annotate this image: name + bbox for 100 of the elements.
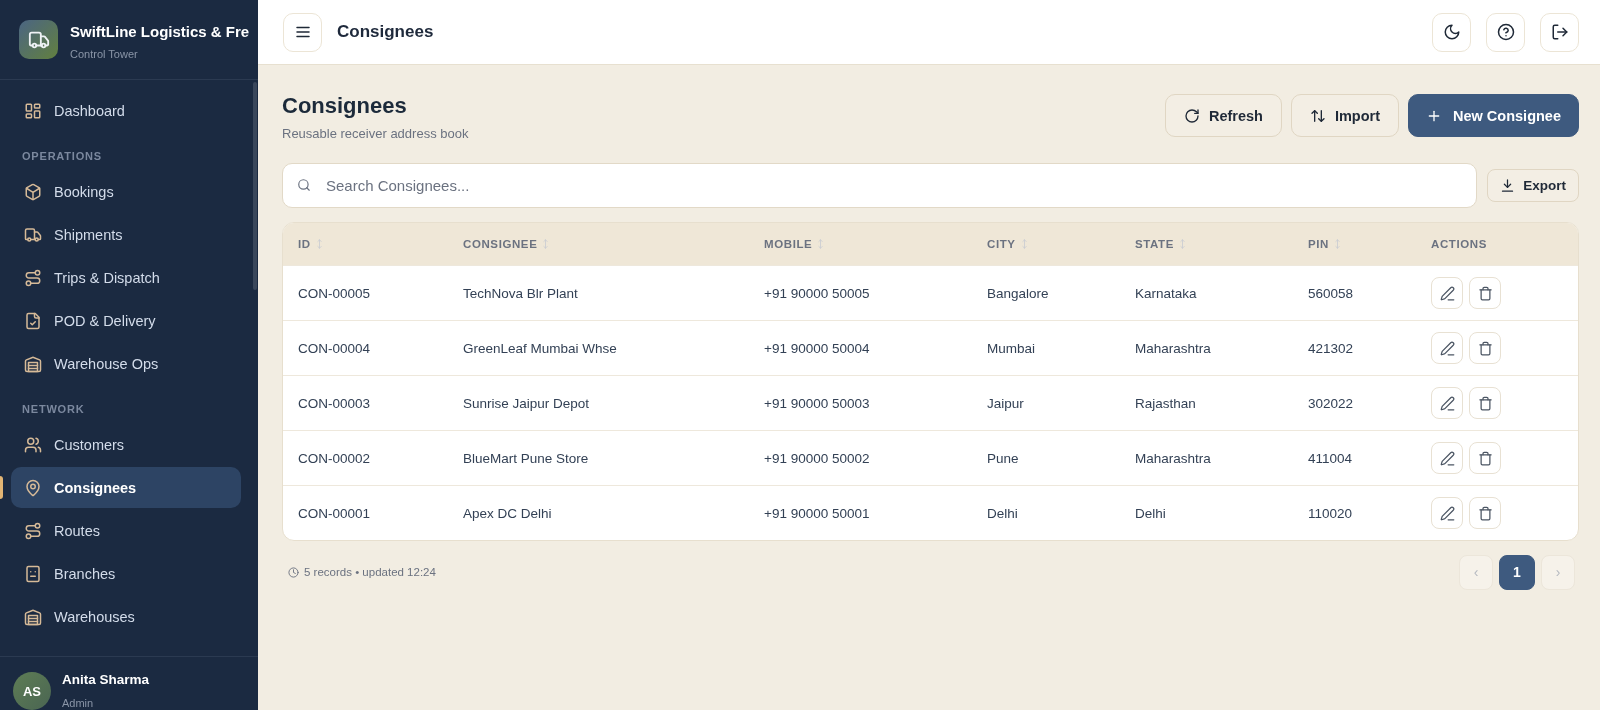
- column-header[interactable]: CITY: [972, 238, 1120, 250]
- table-cell-text: 560058: [1307, 285, 1355, 301]
- table-cell-text: Rajasthan: [1134, 395, 1197, 411]
- trash-icon: [1477, 450, 1493, 466]
- truck-logo-icon: [19, 20, 58, 59]
- delete-button[interactable]: [1469, 332, 1501, 364]
- section-heading: OPERATIONS: [21, 149, 103, 164]
- table-cell-text: Delhi: [986, 505, 1019, 521]
- table-cell-text: Delhi: [1134, 505, 1167, 521]
- edit-button[interactable]: [1431, 497, 1463, 529]
- refresh-icon: [1183, 107, 1200, 124]
- table-cell-text: BlueMart Pune Store: [462, 450, 590, 466]
- table-cell-text: +91 90000 50002: [763, 450, 871, 466]
- page-button[interactable]: 1: [1499, 554, 1535, 590]
- brand-subtitle: Control Tower: [70, 47, 139, 61]
- table-cell-text: 302022: [1307, 395, 1355, 411]
- brand-title: SwiftLine Logistics & Fre: [70, 23, 250, 41]
- table-cell-text: +91 90000 50005: [763, 285, 871, 301]
- building-icon: [24, 564, 42, 583]
- column-header[interactable]: ID: [283, 238, 448, 250]
- pencil-icon: [1439, 505, 1455, 521]
- table-cell-text: CON-00002: [297, 450, 372, 466]
- new-consignee-button[interactable]: New Consignee: [1408, 94, 1579, 137]
- sidebar-item[interactable]: Shipments: [11, 214, 241, 255]
- edit-button[interactable]: [1431, 332, 1463, 364]
- table-cell-text: Bangalore: [986, 285, 1050, 301]
- search-field[interactable]: Search Consignees...: [282, 163, 1478, 208]
- column-header[interactable]: STATE: [1120, 238, 1293, 250]
- trash-icon: [1477, 505, 1493, 521]
- table-cell-text: CON-00005: [297, 285, 372, 301]
- edit-button[interactable]: [1431, 387, 1463, 419]
- export-button[interactable]: Export: [1487, 169, 1579, 202]
- table-cell-text: TechNova Blr Plant: [462, 285, 579, 301]
- warehouse-icon: [24, 354, 42, 373]
- table-cell-text: 411004: [1307, 450, 1354, 466]
- section-heading: NETWORK: [21, 402, 86, 417]
- pencil-icon: [1439, 340, 1455, 356]
- pencil-icon: [1439, 395, 1455, 411]
- sidebar-item[interactable]: Customers: [11, 424, 241, 465]
- sidebar-item[interactable]: Routes: [11, 510, 241, 551]
- table-cell-text: CON-00003: [297, 395, 372, 411]
- warehouse-icon: [24, 607, 42, 626]
- sidebar-item[interactable]: Dashboard: [11, 90, 241, 131]
- trash-icon: [1477, 285, 1493, 301]
- scrollbar[interactable]: [253, 82, 257, 290]
- table-cell-text: 421302: [1307, 340, 1355, 356]
- map-pin-icon: [24, 478, 42, 497]
- sidebar-item[interactable]: Trips & Dispatch: [11, 257, 241, 298]
- page-title: Consignees: [282, 93, 408, 119]
- sidebar-item[interactable]: Consignees: [11, 467, 241, 508]
- delete-button[interactable]: [1469, 497, 1501, 529]
- user-role: Admin: [62, 696, 95, 710]
- dashboard-icon: [24, 101, 42, 120]
- help-button[interactable]: [1486, 12, 1525, 52]
- column-header[interactable]: MOBILE: [749, 238, 972, 250]
- header-title: Consignees: [337, 22, 435, 42]
- table-cell-text: +91 90000 50004: [763, 340, 871, 356]
- user-name: Anita Sharma: [62, 672, 150, 688]
- table-cell-text: Mumbai: [986, 340, 1036, 356]
- table-cell-text: +91 90000 50001: [763, 505, 871, 521]
- sidebar-item[interactable]: Warehouses: [11, 596, 241, 637]
- table-cell-text: Maharashtra: [1134, 340, 1212, 356]
- search-icon: [297, 178, 311, 192]
- record-summary: 5 records • updated 12:24: [304, 566, 436, 578]
- menu-button[interactable]: [283, 12, 322, 52]
- table-cell-text: Jaipur: [986, 395, 1025, 411]
- sidebar-item[interactable]: Warehouse Ops: [11, 343, 241, 384]
- sidebar-item[interactable]: Bookings: [11, 171, 241, 212]
- download-icon: [1500, 178, 1516, 193]
- table-cell-text: Sunrise Jaipur Depot: [462, 395, 591, 411]
- trash-icon: [1477, 395, 1493, 411]
- users-icon: [24, 435, 42, 454]
- column-header[interactable]: PIN: [1293, 238, 1416, 250]
- delete-button[interactable]: [1469, 442, 1501, 474]
- table-cell-text: 110020: [1307, 505, 1354, 521]
- edit-button[interactable]: [1431, 277, 1463, 309]
- column-header: ACTIONS: [1430, 238, 1488, 250]
- active-indicator: [0, 476, 3, 499]
- route-icon: [24, 268, 42, 287]
- logout-button[interactable]: [1540, 12, 1579, 52]
- sidebar-item[interactable]: Branches: [11, 553, 241, 594]
- sidebar-item[interactable]: POD & Delivery: [11, 300, 241, 341]
- table-cell-text: CON-00001: [297, 505, 372, 521]
- import-button[interactable]: Import: [1290, 94, 1400, 137]
- delete-button[interactable]: [1469, 277, 1501, 309]
- table-cell-text: GreenLeaf Mumbai Whse: [462, 340, 618, 356]
- table-cell-text: Pune: [986, 450, 1020, 466]
- logout-icon: [1550, 23, 1569, 41]
- edit-button[interactable]: [1431, 442, 1463, 474]
- route-icon: [24, 521, 42, 540]
- pencil-icon: [1439, 285, 1455, 301]
- theme-button[interactable]: [1432, 12, 1471, 52]
- trash-icon: [1477, 340, 1493, 356]
- table-cell-text: Apex DC Delhi: [462, 505, 553, 521]
- box-icon: [24, 182, 42, 201]
- delete-button[interactable]: [1469, 387, 1501, 419]
- table-cell-text: CON-00004: [297, 340, 372, 356]
- refresh-button[interactable]: Refresh: [1164, 94, 1282, 137]
- user-avatar: AS: [13, 672, 51, 710]
- column-header[interactable]: CONSIGNEE: [448, 238, 749, 250]
